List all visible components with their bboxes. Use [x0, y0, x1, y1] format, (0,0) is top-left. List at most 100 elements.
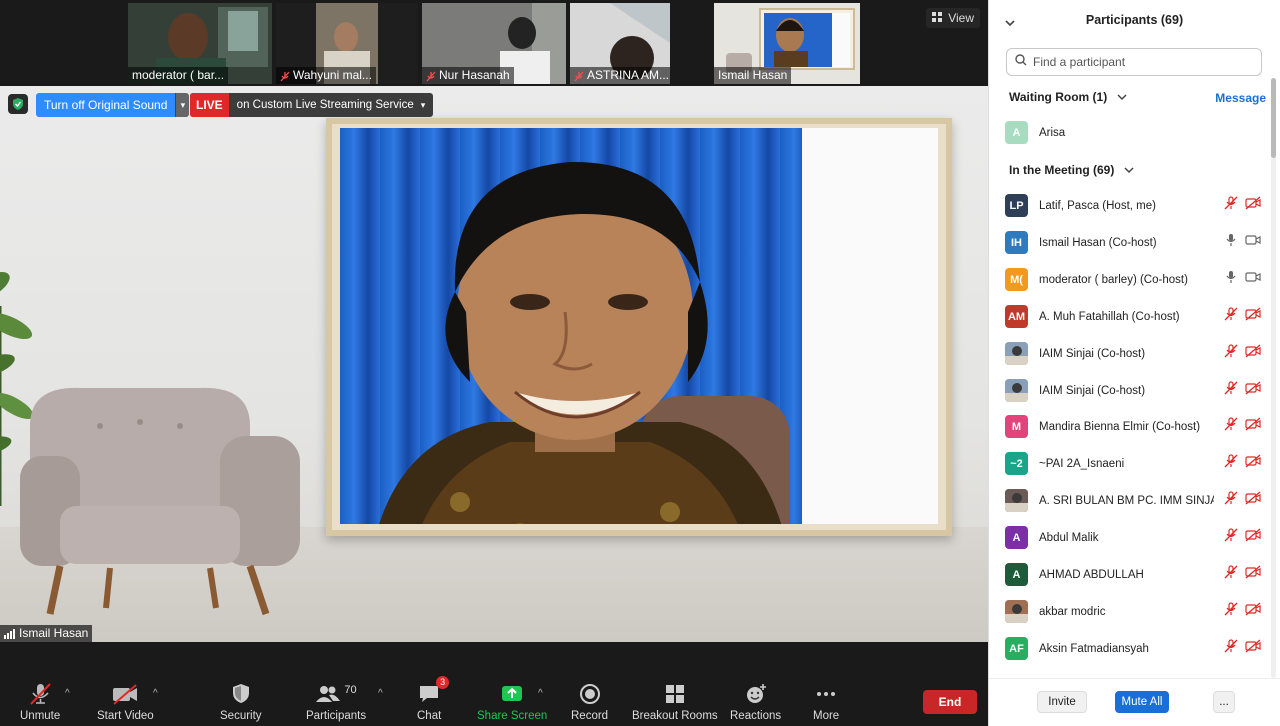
unmute-button[interactable]: Unmute [20, 682, 60, 722]
muted-mic-icon[interactable] [1224, 344, 1238, 363]
muted-mic-icon[interactable] [1224, 381, 1238, 400]
end-meeting-button[interactable]: End [923, 690, 977, 714]
participant-row[interactable]: A Abdul Malik [1005, 519, 1261, 556]
grid-icon [932, 11, 943, 25]
avatar: IH [1005, 231, 1028, 254]
original-sound-dropdown[interactable]: ▾ [175, 93, 190, 117]
video-off-icon[interactable] [1245, 565, 1261, 584]
video-off-icon[interactable] [1245, 491, 1261, 510]
participant-row[interactable]: A AHMAD ABDULLAH [1005, 556, 1261, 593]
more-button[interactable]: More [813, 682, 839, 722]
muted-mic-icon[interactable] [1224, 491, 1238, 510]
muted-mic-icon [574, 70, 584, 82]
participant-row[interactable]: AF Aksin Fatmadiansyah [1005, 630, 1261, 667]
chat-button[interactable]: 3 Chat [417, 676, 450, 722]
thumbnail-label: ASTRINA AM... [587, 68, 670, 82]
video-icon[interactable] [1245, 270, 1261, 289]
video-off-icon[interactable] [1245, 196, 1261, 215]
participants-count: 70 [344, 684, 357, 696]
participant-row[interactable]: M(moderator ( barley) (Co-host) [1005, 261, 1261, 298]
panel-more-button[interactable]: ... [1213, 691, 1235, 713]
live-badge: LIVE [190, 93, 229, 117]
thumbnail-moderator[interactable]: moderator ( bar... [128, 3, 272, 84]
view-button[interactable]: View [926, 8, 980, 28]
mic-icon[interactable] [1224, 270, 1238, 289]
participant-search[interactable] [1006, 48, 1262, 76]
video-off-icon[interactable] [1245, 344, 1261, 363]
waiting-participant-row[interactable]: A Arisa [1005, 114, 1261, 151]
participants-button[interactable]: 70 Participants [306, 682, 366, 722]
thumbnail-strip: moderator ( bar... Wahyuni mal... Nur Ha… [0, 0, 988, 86]
participants-options-caret[interactable]: ^ [378, 688, 383, 699]
start-video-button[interactable]: Start Video [97, 682, 154, 722]
chevron-down-icon[interactable] [1005, 14, 1015, 32]
participants-panel: Participants (69) Waiting Room (1) Messa… [988, 0, 1280, 726]
muted-mic-icon [28, 682, 52, 706]
muted-mic-icon[interactable] [1224, 417, 1238, 436]
avatar-photo [1005, 489, 1028, 512]
participant-row[interactable]: ~2 ~PAI 2A_Isnaeni [1005, 445, 1261, 482]
muted-mic-icon[interactable] [1224, 565, 1238, 584]
window-light [802, 128, 938, 524]
encryption-shield-icon[interactable] [8, 94, 28, 114]
participant-row[interactable]: A. SRI BULAN BM PC. IMM SINJAI [1005, 482, 1261, 519]
video-off-icon[interactable] [1245, 454, 1261, 473]
participant-row[interactable]: M Mandira Bienna Elmir (Co-host) [1005, 408, 1261, 445]
participant-name: A. SRI BULAN BM PC. IMM SINJAI [1039, 494, 1214, 507]
video-off-icon[interactable] [1245, 528, 1261, 547]
share-screen-button[interactable]: Share Screen [477, 682, 547, 722]
participant-list-scrollbar[interactable] [1271, 78, 1276, 678]
participant-row[interactable]: IAIM Sinjai (Co-host) [1005, 372, 1261, 409]
participant-name: akbar modric [1039, 605, 1106, 618]
participant-name: Latif, Pasca (Host, me) [1039, 199, 1156, 212]
muted-mic-icon[interactable] [1224, 196, 1238, 215]
participant-row[interactable]: akbar modric [1005, 593, 1261, 630]
scrollbar-thumb[interactable] [1271, 78, 1276, 158]
search-input[interactable] [1033, 55, 1253, 69]
thumbnail-wahyuni[interactable]: Wahyuni mal... [276, 3, 418, 84]
mute-all-button[interactable]: Mute All [1115, 691, 1169, 713]
invite-button[interactable]: Invite [1037, 691, 1087, 713]
thumbnail-ismail-hasan[interactable]: Ismail Hasan [714, 3, 860, 84]
thumbnail-astrina[interactable]: ASTRINA AM... [570, 3, 670, 84]
caret-down-icon: ▾ [180, 99, 186, 110]
thumbnail-name: moderator ( bar... [128, 67, 229, 84]
avatar: M [1005, 415, 1028, 438]
panel-footer: Invite Mute All ... [989, 678, 1280, 726]
muted-mic-icon[interactable] [1224, 454, 1238, 473]
participant-row[interactable]: IAIM Sinjai (Co-host) [1005, 335, 1261, 372]
more-label: More [813, 710, 840, 722]
participant-status-icons [1224, 491, 1261, 510]
in-meeting-label: In the Meeting (69) [1009, 163, 1115, 177]
message-waiting-room-link[interactable]: Message [1215, 91, 1266, 105]
video-off-icon[interactable] [1245, 381, 1261, 400]
muted-mic-icon[interactable] [1224, 307, 1238, 326]
participant-row[interactable]: IH Ismail Hasan (Co-host) [1005, 224, 1261, 261]
in-meeting-header[interactable]: In the Meeting (69) [1009, 163, 1134, 177]
muted-mic-icon [426, 70, 436, 82]
video-off-icon[interactable] [1245, 417, 1261, 436]
mic-icon[interactable] [1224, 233, 1238, 252]
muted-mic-icon[interactable] [1224, 602, 1238, 621]
record-button[interactable]: Record [571, 682, 608, 722]
signal-strength-icon [4, 628, 15, 639]
video-icon[interactable] [1245, 233, 1261, 252]
live-streaming-indicator[interactable]: LIVE on Custom Live Streaming Service ▾ [190, 93, 434, 117]
waiting-room-header[interactable]: Waiting Room (1) [1009, 90, 1127, 104]
video-options-caret[interactable]: ^ [153, 688, 158, 699]
video-off-icon[interactable] [1245, 639, 1261, 658]
reactions-button[interactable]: Reactions [730, 682, 781, 722]
original-sound-button[interactable]: Turn off Original Sound [36, 93, 176, 117]
participant-row[interactable]: AM A. Muh Fatahillah (Co-host) [1005, 298, 1261, 335]
muted-mic-icon[interactable] [1224, 528, 1238, 547]
participant-status-icons [1224, 344, 1261, 363]
security-button[interactable]: Security [220, 682, 262, 722]
audio-options-caret[interactable]: ^ [65, 688, 70, 699]
video-off-icon[interactable] [1245, 307, 1261, 326]
share-options-caret[interactable]: ^ [538, 688, 543, 699]
muted-mic-icon[interactable] [1224, 639, 1238, 658]
video-off-icon[interactable] [1245, 602, 1261, 621]
participant-row[interactable]: LP Latif, Pasca (Host, me) [1005, 187, 1261, 224]
thumbnail-nur-hasanah[interactable]: Nur Hasanah [422, 3, 566, 84]
breakout-rooms-button[interactable]: Breakout Rooms [632, 682, 718, 722]
